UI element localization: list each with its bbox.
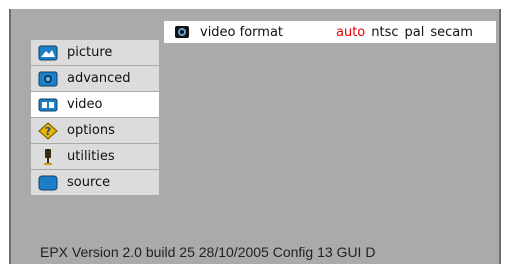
- menu-item-source[interactable]: source: [31, 170, 159, 195]
- video-format-option-ntsc[interactable]: ntsc: [371, 25, 398, 40]
- menu-item-picture-label: picture: [67, 45, 113, 60]
- video-format-option-secam[interactable]: secam: [430, 25, 473, 40]
- menu-item-utilities-label: utilities: [67, 149, 115, 164]
- menu-item-video-label: video: [67, 97, 103, 112]
- menu-item-picture[interactable]: picture: [31, 40, 159, 65]
- svg-text:?: ?: [45, 125, 51, 138]
- menu-item-advanced[interactable]: advanced: [31, 66, 159, 91]
- video-icon: [37, 96, 59, 114]
- menu-item-video[interactable]: video: [31, 92, 159, 117]
- status-bar: EPX Version 2.0 build 25 28/10/2005 Conf…: [40, 244, 376, 260]
- video-format-icon: [172, 23, 192, 41]
- video-format-option-pal[interactable]: pal: [405, 25, 425, 40]
- menu-item-options[interactable]: ? options: [31, 118, 159, 143]
- video-format-row[interactable]: video format auto ntsc pal secam: [164, 21, 496, 43]
- menu-item-options-label: options: [67, 123, 115, 138]
- advanced-icon: [37, 70, 59, 88]
- menu-item-advanced-label: advanced: [67, 71, 131, 86]
- video-format-option-auto[interactable]: auto: [336, 25, 365, 40]
- options-icon: ?: [37, 121, 59, 140]
- video-format-label: video format: [200, 24, 284, 40]
- menu-item-source-label: source: [67, 175, 111, 190]
- picture-icon: [37, 44, 59, 62]
- osd-frame: video format auto ntsc pal secam picture: [0, 0, 514, 273]
- main-menu: picture advanced video ? options utiliti…: [31, 40, 159, 196]
- source-icon: [37, 174, 59, 192]
- menu-item-utilities[interactable]: utilities: [31, 144, 159, 169]
- utilities-icon: [37, 148, 59, 166]
